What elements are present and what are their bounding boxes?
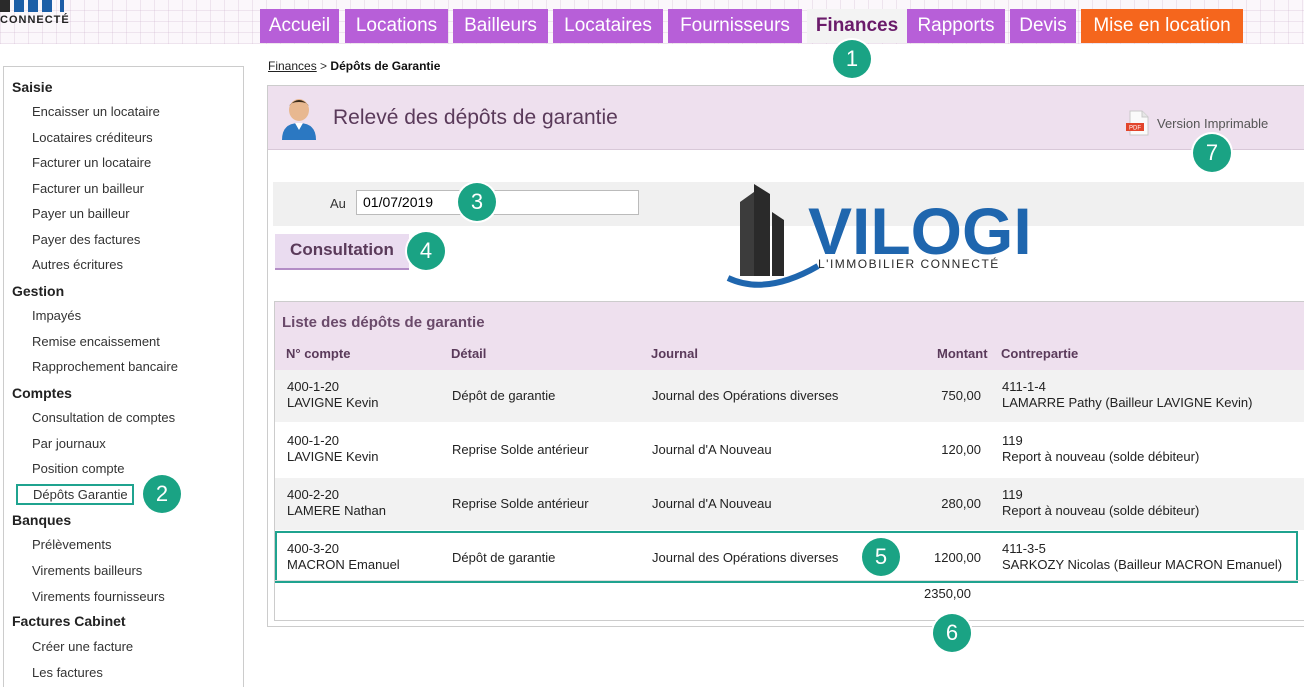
sidebar-section-banques: Banques xyxy=(12,512,72,528)
app-logo[interactable]: CONNECTÉ xyxy=(0,0,86,30)
row-journal: Journal d'A Nouveau xyxy=(652,442,772,457)
sidebar-section-gestion: Gestion xyxy=(12,283,65,299)
sidebar-item-impayes[interactable]: Impayés xyxy=(32,308,81,323)
page-title: Relevé des dépôts de garantie xyxy=(333,106,618,129)
row-name: LAVIGNE Kevin xyxy=(287,449,379,464)
print-version-link[interactable]: PDF Version Imprimable xyxy=(1126,110,1268,136)
annotation-badge-1: 1 xyxy=(833,40,871,78)
user-icon xyxy=(282,99,316,140)
sidebar-section-comptes: Comptes xyxy=(12,385,72,401)
annotation-badge-6: 6 xyxy=(933,614,971,652)
row-counterpart-account: 119 xyxy=(1002,487,1023,502)
sidebar-item-virements-bailleurs[interactable]: Virements bailleurs xyxy=(32,563,142,578)
row-counterpart-account: 411-1-4 xyxy=(1002,379,1046,394)
sidebar-item-facturer-bailleur[interactable]: Facturer un bailleur xyxy=(32,181,144,196)
sidebar-item-creer-facture[interactable]: Créer une facture xyxy=(32,639,133,654)
total-amount: 2350,00 xyxy=(924,586,971,601)
pdf-icon-label: PDF xyxy=(1129,126,1141,132)
tab-fournisseurs[interactable]: Fournisseurs xyxy=(668,9,802,43)
row-account: 400-1-20 xyxy=(287,379,340,394)
annotation-badge-2: 2 xyxy=(143,475,181,513)
sidebar-item-prelevements[interactable]: Prélèvements xyxy=(32,537,111,552)
list-header: Liste des dépôts de garantie N° compte D… xyxy=(275,302,1304,370)
row-amount: 750,00 xyxy=(941,388,981,403)
column-header-amount[interactable]: Montant xyxy=(937,346,988,361)
date-input[interactable] xyxy=(356,190,639,215)
table-row[interactable]: 400-1-20 LAVIGNE Kevin Dépôt de garantie … xyxy=(275,370,1304,422)
breadcrumb: Finances > Dépôts de Garantie xyxy=(268,59,440,73)
annotation-badge-5: 5 xyxy=(862,538,900,576)
vilogi-tagline: L'IMMOBILIER CONNECTÉ xyxy=(818,256,1000,271)
sidebar-item-consultation-comptes[interactable]: Consultation de comptes xyxy=(32,410,175,425)
row-detail: Reprise Solde antérieur xyxy=(452,442,589,457)
sidebar-item-depots-garantie[interactable]: Dépôts Garantie xyxy=(16,484,134,505)
sidebar-section-saisie: Saisie xyxy=(12,79,53,95)
tab-bailleurs[interactable]: Bailleurs xyxy=(453,9,548,43)
top-bar: CONNECTÉ Accueil Locations Bailleurs Loc… xyxy=(0,0,1304,44)
print-version-label: Version Imprimable xyxy=(1157,115,1269,131)
sidebar-item-payer-bailleur[interactable]: Payer un bailleur xyxy=(32,206,130,221)
sidebar-item-remise-encaissement[interactable]: Remise encaissement xyxy=(32,334,160,349)
annotation-badge-7: 7 xyxy=(1193,134,1231,172)
row-amount: 120,00 xyxy=(941,442,981,457)
row-detail: Reprise Solde antérieur xyxy=(452,496,589,511)
tab-rapports[interactable]: Rapports xyxy=(907,9,1005,43)
breadcrumb-current: Dépôts de Garantie xyxy=(330,59,441,73)
tab-accueil[interactable]: Accueil xyxy=(260,9,339,43)
sidebar-item-rapprochement-bancaire[interactable]: Rapprochement bancaire xyxy=(32,359,178,374)
annotation-badge-3: 3 xyxy=(458,183,496,221)
column-header-journal[interactable]: Journal xyxy=(651,346,698,361)
row-account: 400-1-20 xyxy=(287,433,340,448)
row-counterpart-name: Report à nouveau (solde débiteur) xyxy=(1002,449,1200,464)
logo-text: CONNECTÉ xyxy=(0,14,70,26)
sidebar: Saisie Encaisser un locataire Locataires… xyxy=(3,66,244,687)
row-name: LAMERE Nathan xyxy=(287,503,386,518)
table-row[interactable]: 400-2-20 LAMERE Nathan Reprise Solde anté… xyxy=(275,478,1304,530)
main-panel: Relevé des dépôts de garantie PDF Versio… xyxy=(267,85,1304,627)
annotation-badge-4: 4 xyxy=(407,232,445,270)
row-counterpart-account: 119 xyxy=(1002,433,1023,448)
sidebar-item-facturer-locataire[interactable]: Facturer un locataire xyxy=(32,155,151,170)
tab-locataires[interactable]: Locataires xyxy=(553,9,663,43)
row-amount: 280,00 xyxy=(941,496,981,511)
table-row[interactable]: 400-1-20 LAVIGNE Kevin Reprise Solde anté… xyxy=(275,424,1304,476)
sidebar-item-par-journaux[interactable]: Par journaux xyxy=(32,436,106,451)
column-header-detail[interactable]: Détail xyxy=(451,346,486,361)
row-name: LAVIGNE Kevin xyxy=(287,395,379,410)
sidebar-item-encaisser-locataire[interactable]: Encaisser un locataire xyxy=(32,104,160,119)
vilogi-logo: VILOGI L'IMMOBILIER CONNECTÉ xyxy=(726,184,1046,294)
tab-finances[interactable]: Finances xyxy=(807,9,907,43)
row-counterpart-name: LAMARRE Pathy (Bailleur LAVIGNE Kevin) xyxy=(1002,395,1253,410)
tab-locations[interactable]: Locations xyxy=(345,9,448,43)
tab-devis[interactable]: Devis xyxy=(1010,9,1076,43)
column-header-account[interactable]: N° compte xyxy=(286,346,350,361)
vilogi-logo-graphic: VILOGI L'IMMOBILIER CONNECTÉ xyxy=(726,184,1032,288)
breadcrumb-separator: > xyxy=(320,59,328,73)
deposits-list: Liste des dépôts de garantie N° compte D… xyxy=(274,301,1304,621)
list-title: Liste des dépôts de garantie xyxy=(282,314,485,331)
tab-mise-en-location[interactable]: Mise en location xyxy=(1081,9,1243,43)
total-separator xyxy=(275,580,1304,581)
consultation-button[interactable]: Consultation xyxy=(275,234,409,270)
row-journal: Journal des Opérations diverses xyxy=(652,388,839,403)
sidebar-item-autres-ecritures[interactable]: Autres écritures xyxy=(32,257,123,272)
highlighted-row-frame xyxy=(275,531,1298,583)
panel-header: Relevé des dépôts de garantie PDF Versio… xyxy=(268,86,1304,150)
sidebar-item-virements-fournisseurs[interactable]: Virements fournisseurs xyxy=(32,589,165,604)
sidebar-item-payer-factures[interactable]: Payer des factures xyxy=(32,232,140,247)
row-counterpart-name: Report à nouveau (solde débiteur) xyxy=(1002,503,1200,518)
sidebar-item-les-factures[interactable]: Les factures xyxy=(32,665,103,680)
date-label: Au xyxy=(330,196,346,211)
row-detail: Dépôt de garantie xyxy=(452,388,556,403)
sidebar-section-factures-cabinet: Factures Cabinet xyxy=(12,613,126,629)
sidebar-item-locataires-crediteurs[interactable]: Locataires créditeurs xyxy=(32,130,153,145)
row-account: 400-2-20 xyxy=(287,487,340,502)
breadcrumb-finances-link[interactable]: Finances xyxy=(268,59,317,73)
sidebar-item-position-compte[interactable]: Position compte xyxy=(32,461,125,476)
column-header-counterpart[interactable]: Contrepartie xyxy=(1001,346,1078,361)
pdf-icon: PDF xyxy=(1126,110,1149,136)
row-journal: Journal d'A Nouveau xyxy=(652,496,772,511)
